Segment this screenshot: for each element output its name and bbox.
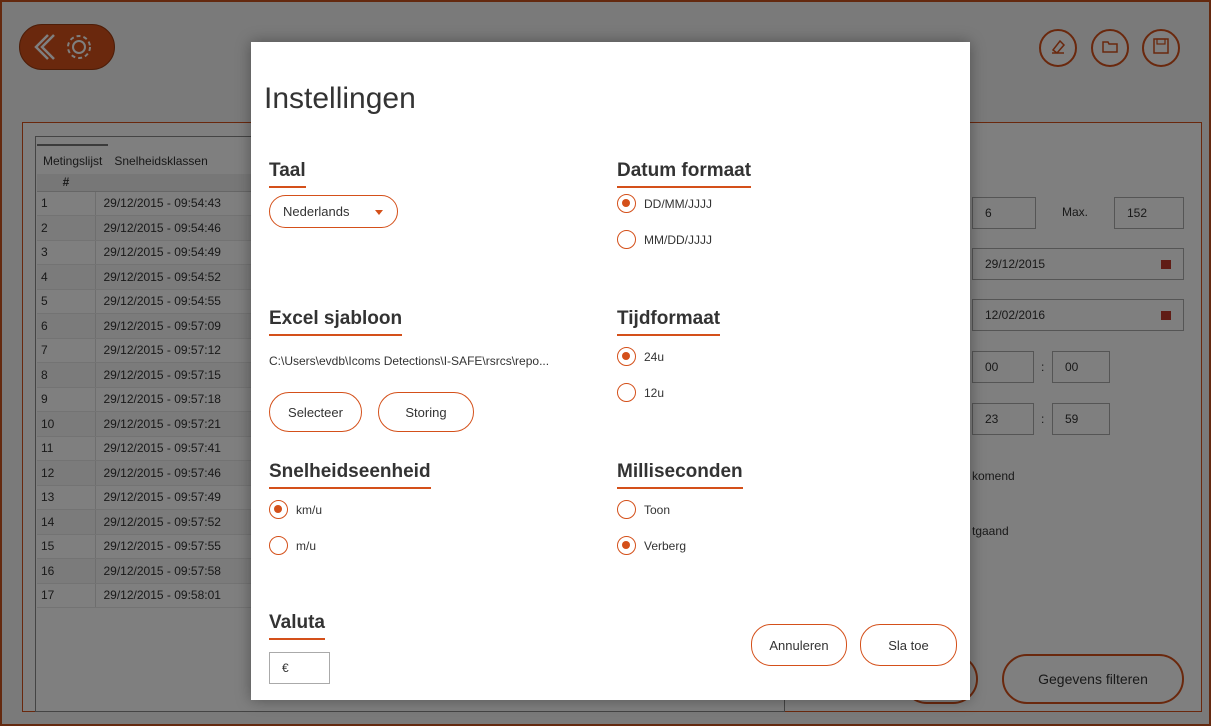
excel-template-heading: Excel sjabloon — [269, 308, 403, 336]
chevron-down-icon — [375, 210, 383, 215]
radio-ms-toon[interactable]: Toon — [617, 500, 670, 519]
language-selected: Nederlands — [283, 204, 350, 219]
radio-speed-kmu[interactable]: km/u — [269, 500, 322, 519]
apply-button[interactable]: Sla toe — [860, 624, 957, 666]
radio-label: km/u — [296, 502, 323, 517]
settings-dialog: Instellingen Taal Nederlands Datum forma… — [251, 42, 970, 700]
radio-date-mmddjjjj[interactable]: MM/DD/JJJJ — [617, 230, 712, 249]
radio-circle[interactable] — [617, 347, 636, 366]
radio-circle[interactable] — [269, 536, 288, 555]
radio-circle[interactable] — [617, 194, 636, 213]
radio-time-12u[interactable]: 12u — [617, 383, 664, 402]
language-heading: Taal — [269, 160, 306, 188]
radio-label: 24u — [644, 349, 665, 364]
radio-label: DD/MM/JJJJ — [644, 196, 712, 211]
radio-circle[interactable] — [617, 536, 636, 555]
radio-label: MM/DD/JJJJ — [644, 232, 712, 247]
storing-button[interactable]: Storing — [378, 392, 474, 432]
radio-label: Toon — [644, 502, 671, 517]
date-format-heading: Datum formaat — [617, 160, 752, 188]
radio-date-ddmmjjjj[interactable]: DD/MM/JJJJ — [617, 194, 712, 213]
radio-circle[interactable] — [617, 500, 636, 519]
dialog-title: Instellingen — [264, 82, 416, 115]
speed-unit-heading: Snelheidseenheid — [269, 461, 431, 489]
radio-circle[interactable] — [617, 230, 636, 249]
radio-label: Verberg — [644, 538, 687, 553]
currency-field[interactable]: € — [269, 652, 330, 684]
radio-time-24u[interactable]: 24u — [617, 347, 664, 366]
radio-circle[interactable] — [269, 500, 288, 519]
milliseconds-heading: Milliseconden — [617, 461, 743, 489]
radio-ms-verberg[interactable]: Verberg — [617, 536, 686, 555]
time-format-heading: Tijdformaat — [617, 308, 721, 336]
language-dropdown[interactable]: Nederlands — [269, 195, 398, 228]
select-template-button[interactable]: Selecteer — [269, 392, 362, 432]
radio-label: 12u — [644, 385, 665, 400]
radio-speed-mu[interactable]: m/u — [269, 536, 316, 555]
cancel-button[interactable]: Annuleren — [751, 624, 847, 666]
radio-label: m/u — [296, 538, 317, 553]
currency-heading: Valuta — [269, 612, 325, 640]
radio-circle[interactable] — [617, 383, 636, 402]
excel-template-path: C:\Users\evdb\Icoms Detections\I-SAFE\rs… — [269, 354, 550, 368]
